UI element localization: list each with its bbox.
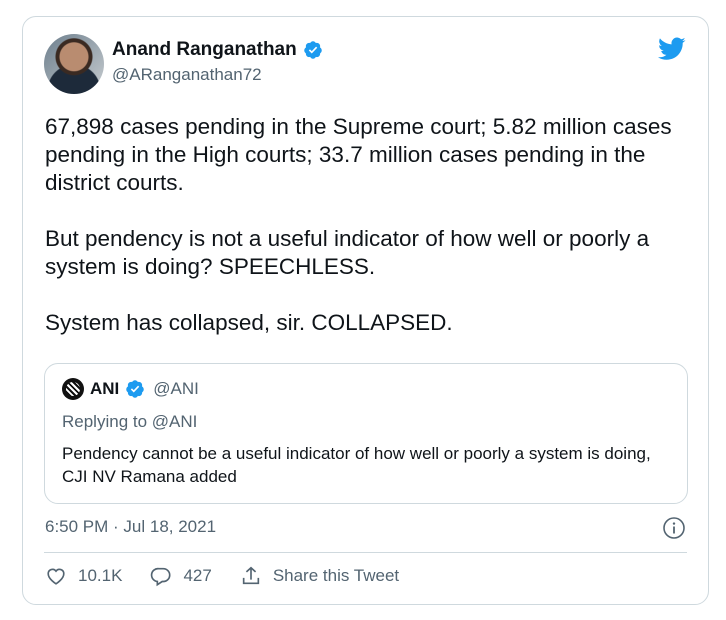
- tweet-paragraph: 67,898 cases pending in the Supreme cour…: [45, 114, 672, 195]
- tweet-paragraph: System has collapsed, sir. COLLAPSED.: [45, 310, 453, 335]
- verified-badge-icon: [303, 41, 322, 59]
- quoted-author-name: ANI: [90, 379, 120, 398]
- quoted-tweet[interactable]: ANI @ANI Replying to @ANI Pendency canno…: [44, 363, 688, 504]
- like-button[interactable]: 10.1K: [45, 565, 122, 587]
- divider: [44, 552, 687, 553]
- share-label: Share this Tweet: [272, 566, 400, 585]
- quoted-author-handle: @ANI: [153, 379, 199, 398]
- ani-logo-icon: [62, 378, 84, 400]
- author-name-row: Anand Ranganathan: [112, 39, 323, 61]
- reply-button[interactable]: 427: [150, 565, 212, 587]
- tweet-text: 67,898 cases pending in the Supreme cour…: [45, 113, 685, 337]
- heart-icon: [47, 568, 65, 585]
- tweet-paragraph: But pendency is not a useful indicator o…: [45, 226, 650, 279]
- quoted-author-row: ANI @ANI: [62, 378, 199, 400]
- tweet-timestamp[interactable]: 6:50 PM · Jul 18, 2021: [45, 517, 216, 537]
- verified-badge-icon: [126, 380, 145, 398]
- reply-count: 427: [183, 566, 212, 585]
- share-button[interactable]: Share this Tweet: [240, 565, 399, 587]
- tweet-actions: 10.1K 427 Share this Tweet: [45, 565, 427, 587]
- replying-to: Replying to @ANI: [62, 412, 198, 431]
- quoted-text: Pendency cannot be a useful indicator of…: [62, 444, 651, 486]
- author-avatar[interactable]: [44, 34, 104, 94]
- share-icon: [242, 566, 259, 585]
- twitter-bird-icon[interactable]: [658, 37, 686, 61]
- reply-icon: [151, 567, 171, 587]
- like-count: 10.1K: [78, 566, 123, 585]
- author-name[interactable]: Anand Ranganathan: [112, 39, 297, 61]
- info-icon[interactable]: [662, 516, 686, 540]
- tweet-card[interactable]: Anand Ranganathan @ARanganathan72 67,898…: [22, 16, 709, 605]
- author-handle[interactable]: @ARanganathan72: [112, 65, 262, 85]
